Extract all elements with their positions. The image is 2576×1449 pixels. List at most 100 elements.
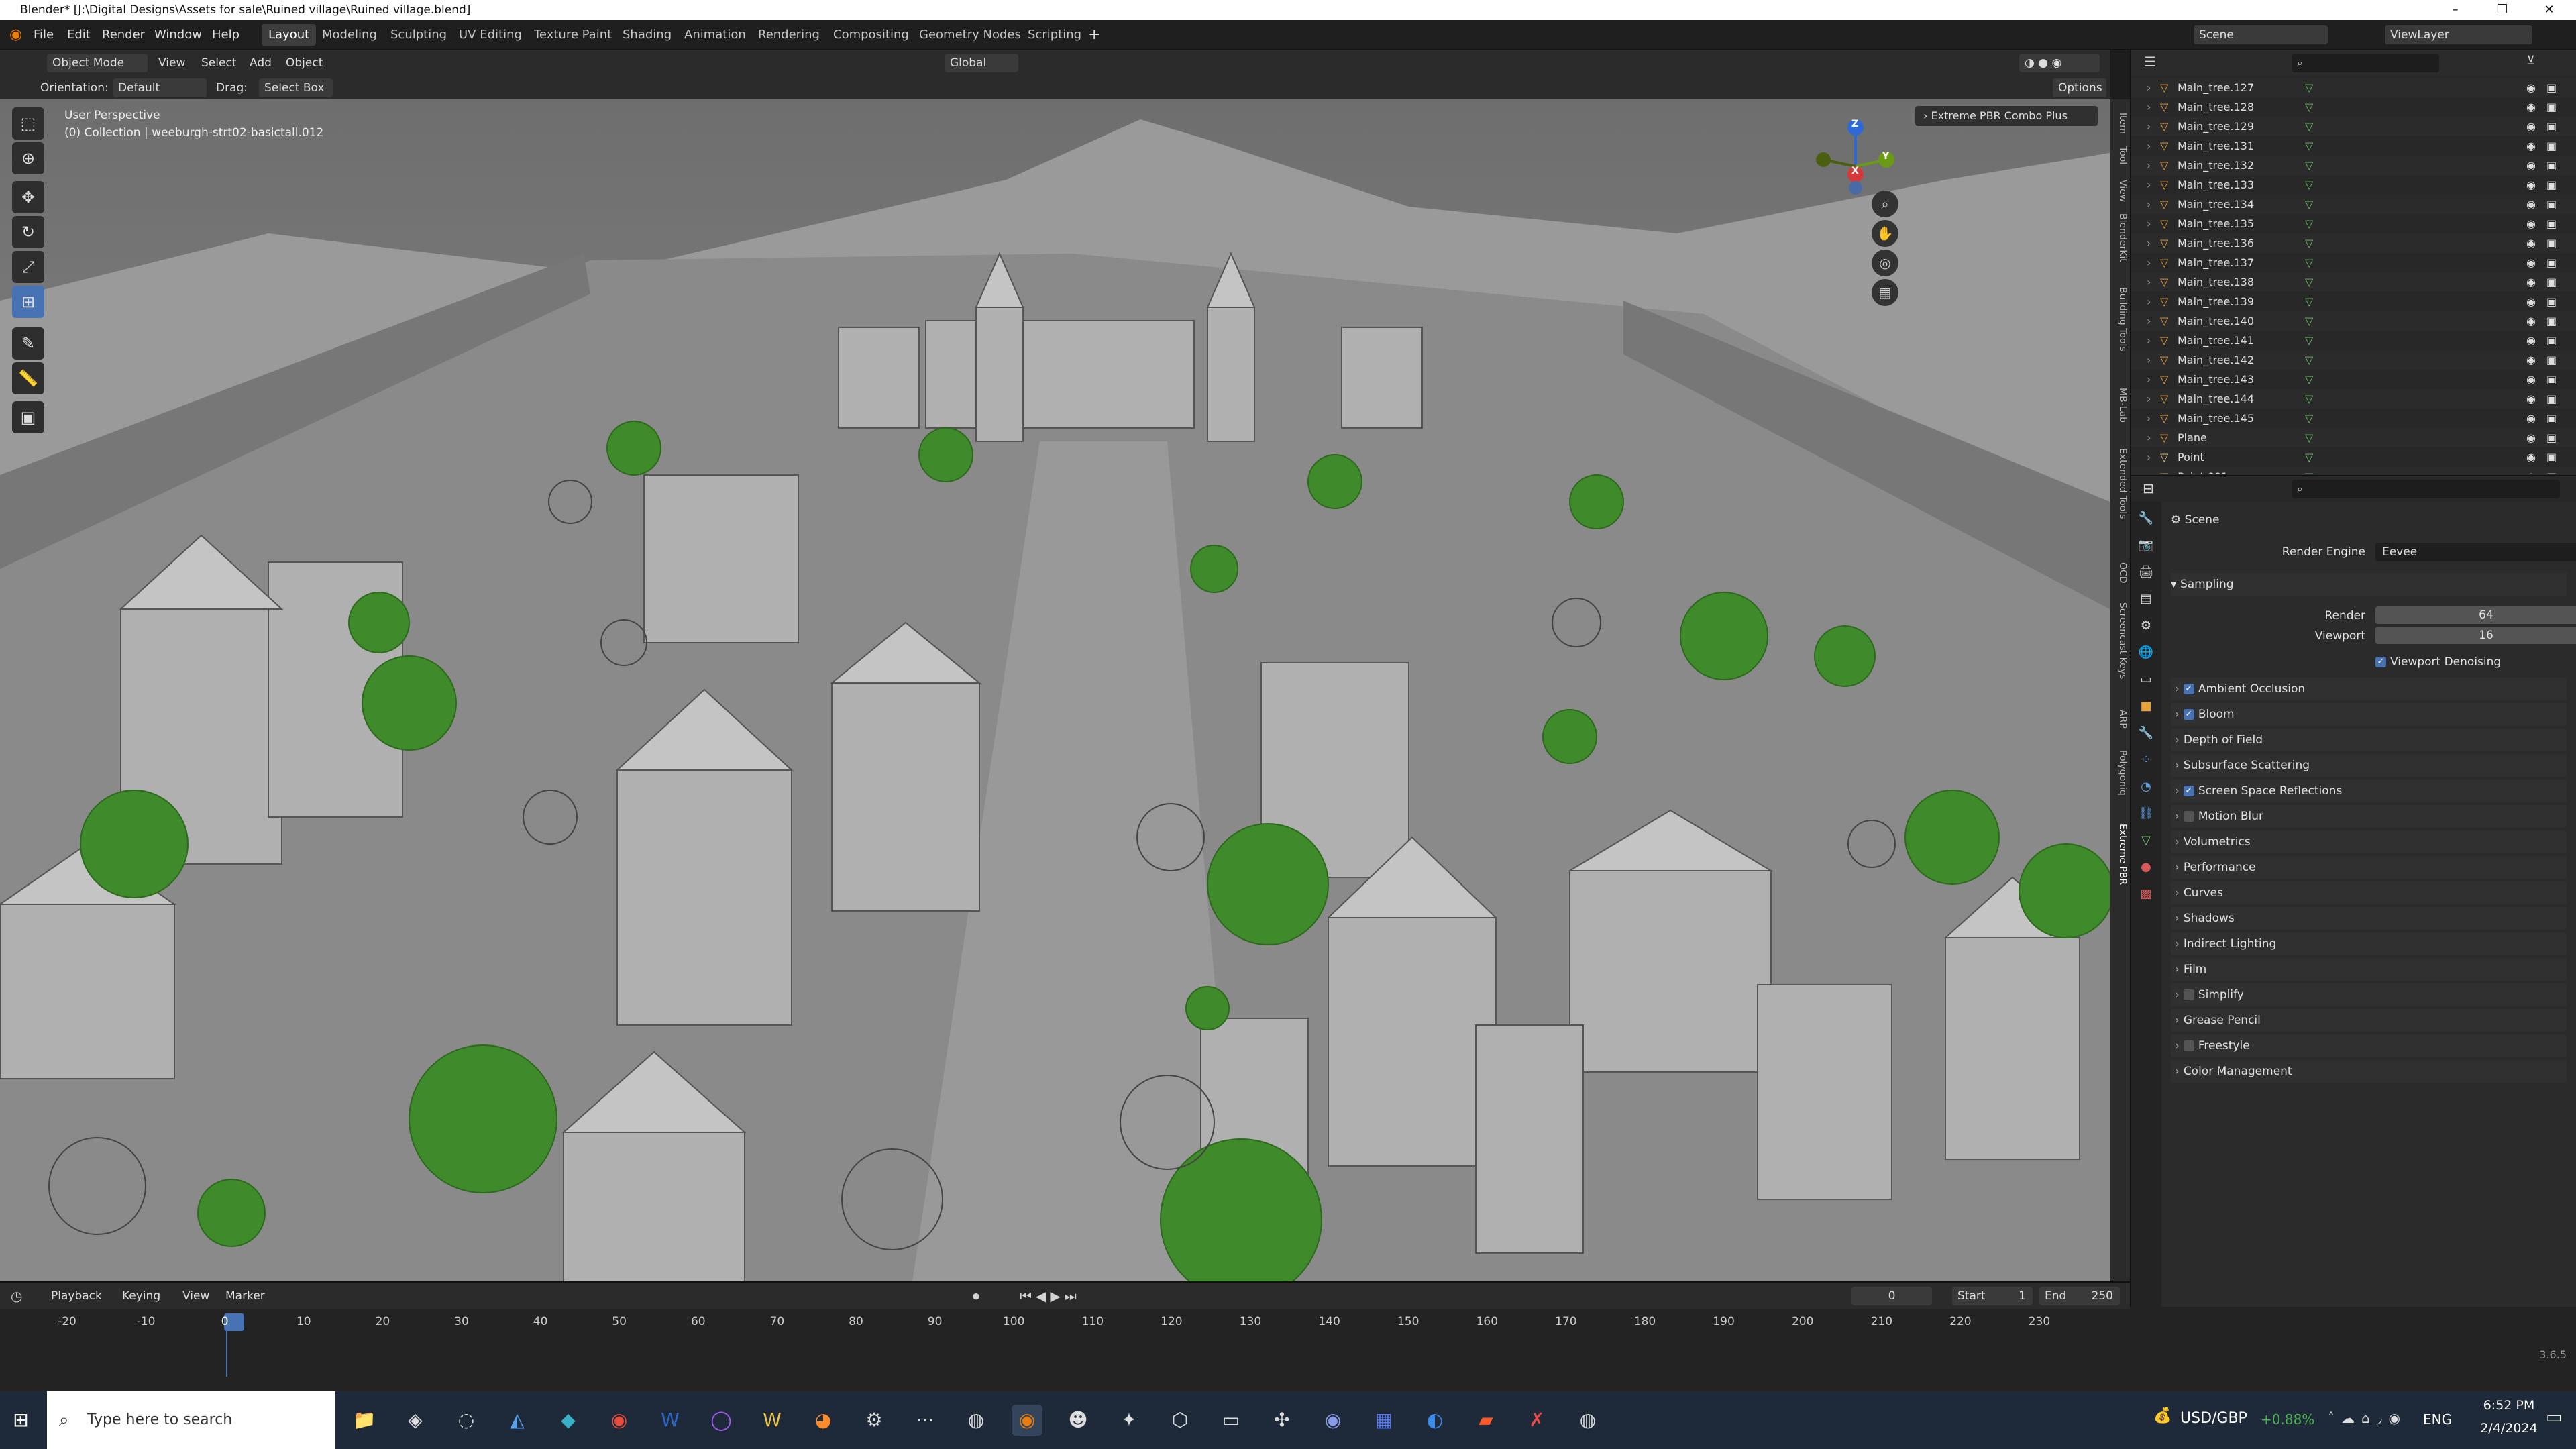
world-tab-icon[interactable]: 🌐 [2136, 643, 2156, 663]
clock-time[interactable]: 6:52 PM [2475, 1398, 2542, 1413]
visibility-eye-icon[interactable]: ◉ [2526, 175, 2536, 195]
app-icon-7[interactable]: ⚙ [859, 1405, 890, 1436]
sidebar-tab-building-tools[interactable]: Building Tools [2112, 287, 2128, 352]
outliner-row[interactable]: › ▽ Main_tree.141 ▽ ◉ ▣ [2131, 331, 2576, 350]
camera-view-icon[interactable]: ◎ [1872, 250, 1898, 276]
panel-header[interactable]: › Indirect Lighting [2171, 932, 2567, 955]
playback-controls-icon[interactable]: ⏮◀▶⏭ [1020, 1288, 1081, 1304]
render-camera-icon[interactable]: ▣ [2546, 156, 2557, 175]
app-icon-13[interactable]: ✣ [1267, 1405, 1297, 1436]
scene-tab-icon[interactable]: ⚙ [2136, 616, 2156, 636]
render-camera-icon[interactable]: ▣ [2546, 233, 2557, 253]
visibility-eye-icon[interactable]: ◉ [2526, 117, 2536, 136]
sidebar-tab-extreme-pbr[interactable]: Extreme PBR [2112, 824, 2128, 885]
app-icon-2[interactable]: ◌ [451, 1405, 482, 1436]
outliner-row[interactable]: › ▽ Main_tree.135 ▽ ◉ ▣ [2131, 214, 2576, 233]
expand-chevron-icon[interactable]: › [2147, 428, 2151, 447]
visibility-eye-icon[interactable]: ◉ [2526, 311, 2536, 331]
expand-chevron-icon[interactable]: › [2147, 409, 2151, 428]
render-camera-icon[interactable]: ▣ [2546, 97, 2557, 117]
visibility-eye-icon[interactable]: ◉ [2526, 467, 2536, 474]
minimize-button[interactable]: – [2435, 0, 2475, 20]
viewport-menu-view[interactable]: View [158, 54, 185, 72]
tool-tab-icon[interactable]: 🔧 [2136, 508, 2156, 529]
rotate-icon[interactable]: ↻ [12, 216, 44, 248]
panel-enable-checkbox[interactable] [2183, 811, 2194, 822]
expand-chevron-icon[interactable]: › [2147, 350, 2151, 370]
visibility-eye-icon[interactable]: ◉ [2526, 214, 2536, 233]
menu-render[interactable]: Render [102, 20, 145, 50]
scale-icon[interactable]: ⤢ [12, 251, 44, 283]
ortho-grid-icon[interactable]: ▦ [1872, 279, 1898, 306]
panel-header[interactable]: › Volumetrics [2171, 830, 2567, 853]
tab-texture-paint[interactable]: Texture Paint [527, 24, 619, 46]
3d-viewport[interactable]: User Perspective (0) Collection | weebur… [0, 99, 2110, 1281]
visibility-eye-icon[interactable]: ◉ [2526, 389, 2536, 409]
visibility-eye-icon[interactable]: ◉ [2526, 428, 2536, 447]
menu-window[interactable]: Window [154, 20, 202, 50]
panel-header[interactable]: › Simplify [2171, 983, 2567, 1006]
panel-header[interactable]: › Curves [2171, 881, 2567, 904]
panel-header[interactable]: › Shadows [2171, 907, 2567, 930]
steam-icon[interactable]: ◍ [961, 1405, 991, 1436]
panel-enable-checkbox[interactable] [2183, 1040, 2194, 1051]
app-icon-16[interactable]: ◐ [1419, 1405, 1450, 1436]
system-tray-icons[interactable]: ˄☁⌂◞◉ [2328, 1410, 2407, 1426]
render-camera-icon[interactable]: ▣ [2546, 350, 2557, 370]
tab-scripting[interactable]: Scripting [1021, 24, 1088, 46]
outliner-row[interactable]: › ▽ Main_tree.129 ▽ ◉ ▣ [2131, 117, 2576, 136]
render-camera-icon[interactable]: ▣ [2546, 331, 2557, 350]
visibility-eye-icon[interactable]: ◉ [2526, 292, 2536, 311]
expand-chevron-icon[interactable]: › [2147, 136, 2151, 156]
blender-taskbar-icon[interactable]: ◉ [1012, 1405, 1042, 1436]
filter-icon[interactable]: ⊻ [2526, 54, 2535, 68]
app-icon-8[interactable]: ⋯ [910, 1405, 941, 1436]
sidebar-tab-polygoniq[interactable]: Polygoniq [2112, 750, 2128, 796]
sidebar-tab-tool[interactable]: Tool [2112, 146, 2128, 164]
outliner-row[interactable]: › ▽ Main_tree.131 ▽ ◉ ▣ [2131, 136, 2576, 156]
expand-chevron-icon[interactable]: › [2147, 253, 2151, 272]
expand-chevron-icon[interactable]: › [2147, 97, 2151, 117]
start-frame-field[interactable]: Start 1 [1952, 1287, 2033, 1305]
visibility-eye-icon[interactable]: ◉ [2526, 253, 2536, 272]
panel-header[interactable]: › ✓ Ambient Occlusion [2171, 678, 2567, 700]
sidebar-tab-mb-lab[interactable]: MB-Lab [2112, 388, 2128, 423]
render-camera-icon[interactable]: ▣ [2546, 428, 2557, 447]
expand-chevron-icon[interactable]: › [2147, 467, 2151, 474]
timeline-menu-marker[interactable]: Marker [225, 1287, 265, 1305]
render-camera-icon[interactable]: ▣ [2546, 272, 2557, 292]
app-icon-19[interactable]: ◍ [1572, 1405, 1603, 1436]
panel-header[interactable]: › Motion Blur [2171, 805, 2567, 828]
notification-icon[interactable]: ▭ [2546, 1407, 2563, 1428]
properties-search-input[interactable]: ⌕ [2292, 480, 2560, 498]
outliner-row[interactable]: › ▽ Main_tree.145 ▽ ◉ ▣ [2131, 409, 2576, 428]
shading-mode-buttons[interactable]: ◑ ● ◉ [2019, 54, 2100, 72]
annotate-icon[interactable]: ✎ [12, 327, 44, 360]
app-icon-12[interactable]: ▭ [1216, 1405, 1246, 1436]
panel-header[interactable]: › Color Management [2171, 1060, 2567, 1083]
app-icon-4[interactable]: ◆ [553, 1405, 584, 1436]
render-camera-icon[interactable]: ▣ [2546, 214, 2557, 233]
panel-enable-checkbox[interactable]: ✓ [2183, 786, 2194, 796]
visibility-eye-icon[interactable]: ◉ [2526, 233, 2536, 253]
render-camera-icon[interactable]: ▣ [2546, 117, 2557, 136]
app-icon-10[interactable]: ✦ [1114, 1405, 1144, 1436]
viewport-menu-select[interactable]: Select [201, 54, 236, 72]
blender-logo-icon[interactable]: ◉ [9, 20, 22, 50]
app-icon-14[interactable]: ◉ [1318, 1405, 1348, 1436]
visibility-eye-icon[interactable]: ◉ [2526, 447, 2536, 467]
sidebar-tab-extended-tools[interactable]: Extended Tools [2112, 448, 2128, 519]
tab-rendering[interactable]: Rendering [751, 24, 826, 46]
expand-chevron-icon[interactable]: › [2147, 78, 2151, 97]
viewlayer-selector[interactable]: ViewLayer [2385, 25, 2532, 44]
tab-modeling[interactable]: Modeling [315, 24, 384, 46]
render-tab-icon[interactable]: 📷 [2136, 535, 2156, 555]
orientation-selector[interactable]: Default [113, 78, 207, 97]
properties-editor-icon[interactable]: ⊟ [2143, 480, 2154, 496]
panel-header[interactable]: › Depth of Field [2171, 729, 2567, 751]
visibility-eye-icon[interactable]: ◉ [2526, 370, 2536, 389]
render-camera-icon[interactable]: ▣ [2546, 253, 2557, 272]
menu-help[interactable]: Help [212, 20, 239, 50]
transform-icon[interactable]: ⊞ [12, 286, 44, 318]
sidebar-tab-ocd[interactable]: OCD [2112, 562, 2128, 584]
